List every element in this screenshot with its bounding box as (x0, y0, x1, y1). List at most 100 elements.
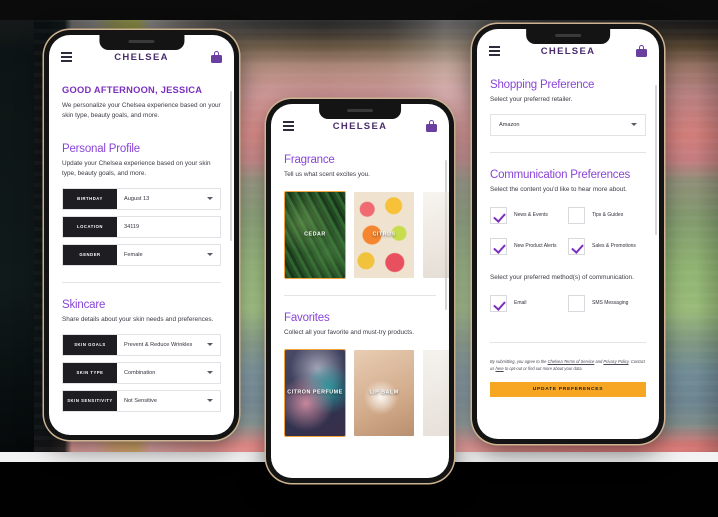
field-value-skin-type[interactable]: Combination (117, 363, 220, 383)
fragrance-card-next[interactable] (422, 191, 449, 279)
field-skin-goals[interactable]: SKIN GOALS Prevent & Reduce Wrinkles (62, 333, 221, 356)
fragrance-card-citrus[interactable]: CITRUS (353, 191, 415, 279)
shopping-preference-subtitle: Select your preferred retailer. (490, 96, 573, 103)
app-header-left: CHELSEA (49, 35, 234, 71)
checkbox-label-new-product-alerts: New Product Alerts (514, 243, 557, 250)
checkbox-label-email: Email (514, 300, 527, 307)
checkbox-label-news-events: News & Events (514, 212, 548, 219)
retailer-select[interactable]: Amazon (490, 113, 646, 136)
field-birthday[interactable]: BIRTHDAY August 13 (62, 187, 221, 210)
personal-profile-subtitle: Update your Chelsea experience based on … (62, 159, 211, 177)
field-text-skin-sensitivity: Not Sensitive (124, 397, 157, 404)
terms-of-service-link[interactable]: Chelsea Terms of Service (548, 359, 595, 364)
checkbox-item-sales-promotions[interactable]: Sales & Promotions (568, 237, 646, 255)
favorite-card-next[interactable] (422, 349, 449, 437)
background-left-panel (0, 0, 34, 517)
brand-logo: CHELSEA (540, 45, 596, 57)
shopping-bag-icon[interactable] (211, 51, 222, 63)
field-value-skin-sensitivity[interactable]: Not Sensitive (117, 391, 220, 411)
fragrance-card-cedar[interactable]: CEDAR (284, 190, 346, 279)
legal-text-1: By submitting, you agree to the (490, 358, 548, 364)
scrollbar-left[interactable] (229, 91, 232, 241)
field-label-birthday: BIRTHDAY (63, 188, 117, 209)
checkbox-item-news-events[interactable]: News & Events (490, 206, 568, 224)
personal-profile-title: Personal Profile (62, 142, 140, 155)
app-header-center: CHELSEA (271, 104, 449, 140)
favorite-caption-citron-perfume: CITRON PERFUME (287, 389, 343, 396)
brand-logo: CHELSEA (332, 120, 388, 132)
chevron-down-icon (207, 399, 213, 403)
checkmark-icon[interactable] (490, 237, 507, 255)
contact-here-link[interactable]: here (495, 366, 503, 371)
skincare-subtitle: Share details about your skin needs and … (62, 315, 214, 323)
field-value-gender[interactable]: Female (117, 245, 220, 265)
app-header-right: CHELSEA (477, 29, 659, 65)
legal-disclaimer: By submitting, you agree to the Chelsea … (490, 359, 646, 373)
favorites-subtitle: Collect all your favorite and must-try p… (284, 328, 414, 336)
checkmark-icon[interactable] (568, 237, 585, 255)
retailer-select-value: Amazon (499, 121, 520, 128)
scrollbar-right[interactable] (654, 85, 657, 235)
section-divider (62, 281, 221, 283)
chevron-down-icon (207, 253, 213, 257)
section-divider (490, 151, 646, 153)
field-label-skin-type: SKIN TYPE (63, 362, 117, 383)
phone-mockup-left: CHELSEA GOOD AFTERNOON, JESSICA We perso… (44, 30, 239, 440)
fragrance-image-next (423, 191, 449, 278)
checkmark-icon[interactable] (490, 294, 507, 312)
favorite-card-lip-balm[interactable]: LIP BALM (353, 349, 415, 437)
checkbox-label-tips-guides: Tips & Guides (592, 212, 624, 219)
checkmark-icon[interactable] (490, 206, 507, 224)
section-divider (490, 341, 646, 343)
chevron-down-icon (207, 197, 213, 201)
field-value-skin-goals[interactable]: Prevent & Reduce Wrinkles (117, 335, 220, 355)
checkbox-item-email[interactable]: Email (490, 294, 568, 312)
field-text-skin-goals: Prevent & Reduce Wrinkles (124, 341, 193, 348)
field-text-location: 34119 (124, 223, 140, 230)
checkbox-item-sms-messaging[interactable]: SMS Messaging (568, 294, 646, 312)
content-checkbox-grid: News & Events Tips & Guides New Product … (490, 206, 646, 269)
favorite-card-citron-perfume[interactable]: CITRON PERFUME (284, 348, 346, 437)
app-body-left: GOOD AFTERNOON, JESSICA We personalize y… (49, 71, 234, 435)
field-skin-type[interactable]: SKIN TYPE Combination (62, 361, 221, 384)
fragrance-subtitle: Tell us what scent excites you. (284, 171, 370, 178)
chevron-down-icon (207, 343, 213, 347)
app-body-center: Fragrance Tell us what scent excites you… (271, 140, 449, 478)
shopping-bag-icon[interactable] (426, 120, 437, 132)
checkbox-empty-icon[interactable] (568, 206, 585, 224)
field-value-location[interactable]: 34119 (117, 217, 220, 237)
hamburger-icon[interactable] (283, 121, 294, 131)
brand-logo: CHELSEA (114, 51, 169, 63)
favorite-image-next (423, 349, 449, 436)
greeting-intro-text: We personalize your Chelsea experience b… (62, 102, 221, 119)
field-skin-sensitivity[interactable]: SKIN SENSITIVITY Not Sensitive (62, 389, 221, 412)
chevron-down-icon (631, 123, 637, 127)
field-value-birthday[interactable]: August 13 (117, 189, 220, 209)
privacy-policy-link[interactable]: Privacy Policy (603, 359, 628, 364)
field-label-skin-goals: SKIN GOALS (63, 334, 117, 355)
favorites-title: Favorites (284, 311, 330, 324)
checkbox-empty-icon[interactable] (568, 294, 585, 312)
field-location[interactable]: LOCATION 34119 (62, 215, 221, 238)
update-preferences-button[interactable]: UPDATE PREFERENCES (490, 381, 646, 397)
favorite-caption-lip-balm: LIP BALM (369, 389, 399, 396)
hamburger-icon[interactable] (61, 52, 72, 62)
field-text-skin-type: Combination (124, 369, 156, 376)
checkbox-label-sms-messaging: SMS Messaging (592, 300, 629, 307)
checkbox-label-sales-promotions: Sales & Promotions (592, 243, 636, 250)
checkbox-item-new-product-alerts[interactable]: New Product Alerts (490, 237, 568, 255)
checkbox-item-tips-guides[interactable]: Tips & Guides (568, 206, 646, 224)
skincare-title: Skincare (62, 298, 106, 311)
screenshot-stage: CHELSEA GOOD AFTERNOON, JESSICA We perso… (0, 0, 718, 517)
section-divider (284, 294, 436, 296)
method-checkbox-grid: Email SMS Messaging (490, 294, 646, 326)
shopping-bag-icon[interactable] (636, 45, 647, 57)
field-label-location: LOCATION (63, 216, 117, 237)
fragrance-caption-cedar: CEDAR (304, 231, 326, 238)
communication-method-prompt: Select your preferred method(s) of commu… (490, 273, 634, 281)
communication-preferences-title: Communication Preferences (490, 168, 631, 181)
field-text-gender: Female (124, 251, 143, 258)
field-gender[interactable]: GENDER Female (62, 243, 221, 266)
hamburger-icon[interactable] (489, 46, 500, 56)
app-body-right: Shopping Preference Select your preferre… (477, 65, 659, 439)
